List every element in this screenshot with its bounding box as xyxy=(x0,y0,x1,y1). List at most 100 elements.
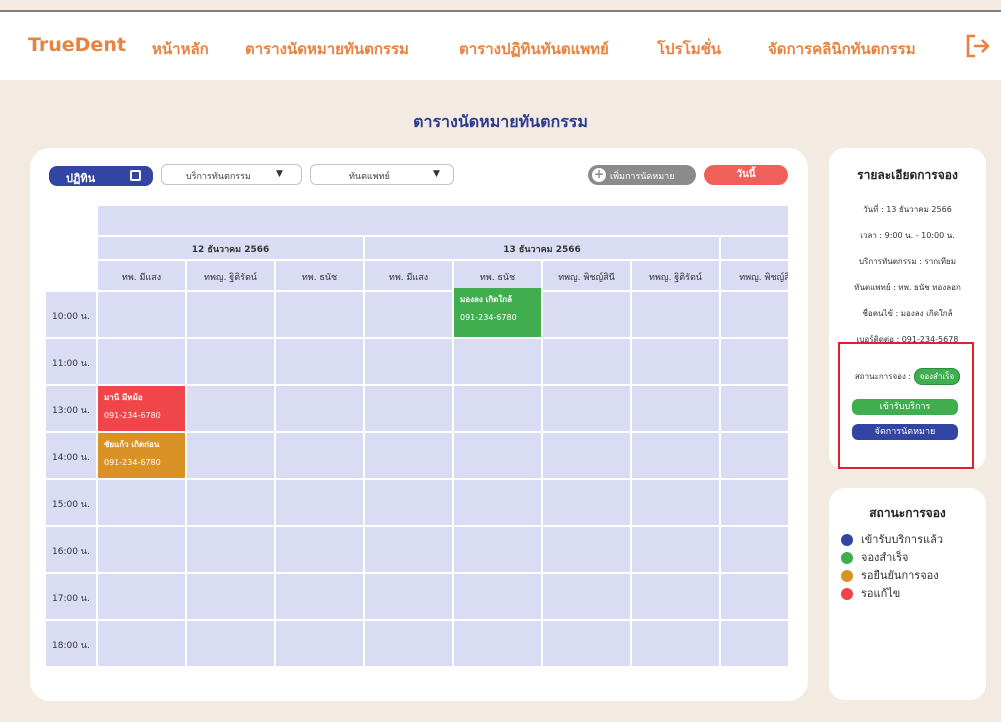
schedule-cell[interactable] xyxy=(632,621,719,666)
schedule-cell[interactable] xyxy=(98,292,185,337)
navbar: TrueDent หน้าหลัก ตารางนัดหมายทันตกรรม ต… xyxy=(0,12,1001,80)
schedule-cell[interactable] xyxy=(276,480,363,525)
nav-dentist-calendar[interactable]: ตารางปฏิทินทันตแพทย์ xyxy=(459,37,609,61)
schedule-cell[interactable] xyxy=(98,527,185,572)
status-dot-icon xyxy=(841,534,853,546)
service-select[interactable]: บริการทันตกรรม ▼ xyxy=(161,164,302,185)
schedule-cell[interactable] xyxy=(365,292,452,337)
date-label: 13 ธันวาคม 2566 xyxy=(503,245,581,255)
schedule-cell[interactable] xyxy=(365,386,452,431)
appointment-phone: 091-234-6780 xyxy=(104,411,161,420)
status-dot-icon xyxy=(841,570,853,582)
schedule-cell[interactable] xyxy=(543,386,630,431)
schedule-cell[interactable] xyxy=(454,527,541,572)
schedule-cell[interactable] xyxy=(187,386,274,431)
schedule-cell[interactable] xyxy=(454,480,541,525)
schedule-cell[interactable] xyxy=(98,339,185,384)
schedule-cell[interactable] xyxy=(543,574,630,619)
add-appointment-button[interactable]: + เพิ่มการนัดหมาย xyxy=(588,165,696,185)
schedule-cell[interactable] xyxy=(721,574,788,619)
detail-service: บริการทันตกรรม : รากเทียม xyxy=(858,257,957,266)
schedule-cell[interactable] xyxy=(276,339,363,384)
schedule-cell[interactable] xyxy=(454,339,541,384)
schedule-cell[interactable] xyxy=(454,574,541,619)
appointment-block[interactable]: มองลง เกิดใกล้ 091-234-6780 xyxy=(454,288,541,337)
schedule-cell[interactable] xyxy=(365,621,452,666)
calendar-view-button[interactable]: ปฏิทิน xyxy=(49,166,153,186)
schedule-cell[interactable] xyxy=(632,292,719,337)
time-label: 15:00 น. xyxy=(52,500,90,510)
legend-item: รอยืนยันการจอง xyxy=(841,566,939,584)
schedule-cell[interactable] xyxy=(365,339,452,384)
dentist-select[interactable]: ทันตแพทย์ ▼ xyxy=(310,164,454,185)
schedule-cell[interactable] xyxy=(276,292,363,337)
schedule-cell[interactable] xyxy=(365,574,452,619)
schedule-cell[interactable] xyxy=(632,386,719,431)
schedule-cell[interactable] xyxy=(276,386,363,431)
schedule-cell[interactable] xyxy=(543,292,630,337)
schedule-cell[interactable] xyxy=(454,433,541,478)
schedule-cell[interactable] xyxy=(187,621,274,666)
schedule-cell[interactable] xyxy=(454,386,541,431)
schedule-cell[interactable] xyxy=(721,527,788,572)
time-slot-label-cell: 11:00 น. xyxy=(46,339,96,384)
schedule-cell[interactable] xyxy=(543,339,630,384)
plus-icon: + xyxy=(592,167,606,182)
schedule-cell[interactable] xyxy=(721,480,788,525)
service-select-value: บริการทันตกรรม xyxy=(186,172,251,182)
schedule-cell[interactable] xyxy=(365,480,452,525)
time-label: 16:00 น. xyxy=(52,547,90,557)
dentist-header: ทพญ. พิชญ์สินี xyxy=(543,261,630,290)
legend-label: เข้ารับบริการแล้ว xyxy=(861,533,943,546)
logout-icon[interactable] xyxy=(965,34,991,58)
schedule-cell[interactable] xyxy=(543,480,630,525)
time-slot-label-cell: 17:00 น. xyxy=(46,574,96,619)
today-button[interactable]: วันนี้ xyxy=(704,165,788,185)
appointment-patient-name: ชัยแก้ว เกิดก่อน xyxy=(104,440,160,449)
schedule-cell[interactable] xyxy=(98,621,185,666)
schedule-cell[interactable] xyxy=(632,433,719,478)
schedule-cell[interactable] xyxy=(187,433,274,478)
schedule-cell[interactable] xyxy=(632,480,719,525)
schedule-cell[interactable] xyxy=(632,339,719,384)
schedule-cell[interactable] xyxy=(98,480,185,525)
schedule-cell[interactable] xyxy=(276,621,363,666)
schedule-cell[interactable] xyxy=(365,527,452,572)
schedule-cell[interactable] xyxy=(187,527,274,572)
schedule-cell[interactable] xyxy=(454,621,541,666)
nav-home[interactable]: หน้าหลัก xyxy=(152,37,209,61)
detail-dentist: ทันตแพทย์ : ทพ. ธนัช ทองลอก xyxy=(854,283,961,292)
schedule-cell[interactable] xyxy=(98,574,185,619)
brand-logo[interactable]: TrueDent xyxy=(28,34,126,56)
schedule-cell[interactable] xyxy=(187,292,274,337)
schedule-cell[interactable] xyxy=(365,433,452,478)
schedule-cell[interactable] xyxy=(632,527,719,572)
schedule-cell[interactable] xyxy=(187,339,274,384)
legend-label: รอแก้ไข xyxy=(861,587,901,600)
schedule-cell[interactable] xyxy=(543,621,630,666)
chevron-down-icon: ▼ xyxy=(433,169,440,179)
schedule-cell[interactable] xyxy=(721,386,788,431)
appointment-block[interactable]: มานี มีหม้อ 091-234-6780 xyxy=(98,386,185,431)
appointment-block[interactable]: ชัยแก้ว เกิดก่อน 091-234-6780 xyxy=(98,433,185,478)
nav-promotion[interactable]: โปรโมชั่น xyxy=(657,37,721,61)
schedule-cell[interactable] xyxy=(632,574,719,619)
calendar-view-label: ปฏิทิน xyxy=(66,172,96,185)
schedule-cell[interactable] xyxy=(276,527,363,572)
status-dot-icon xyxy=(841,552,853,564)
schedule-cell[interactable] xyxy=(187,480,274,525)
nav-clinic-management[interactable]: จัดการคลินิกทันตกรรม xyxy=(768,37,916,61)
schedule-cell[interactable] xyxy=(721,339,788,384)
schedule-cell[interactable] xyxy=(721,292,788,337)
highlight-box xyxy=(838,342,974,469)
schedule-cell[interactable] xyxy=(543,433,630,478)
date-label: 12 ธันวาคม 2566 xyxy=(191,245,270,255)
schedule-cell[interactable] xyxy=(276,574,363,619)
schedule-cell[interactable] xyxy=(187,574,274,619)
schedule-cell[interactable] xyxy=(721,621,788,666)
schedule-cell[interactable] xyxy=(543,527,630,572)
appointment-phone: 091-234-6780 xyxy=(104,458,161,467)
nav-appointment-schedule[interactable]: ตารางนัดหมายทันตกรรม xyxy=(245,37,409,61)
schedule-cell[interactable] xyxy=(721,433,788,478)
schedule-cell[interactable] xyxy=(276,433,363,478)
